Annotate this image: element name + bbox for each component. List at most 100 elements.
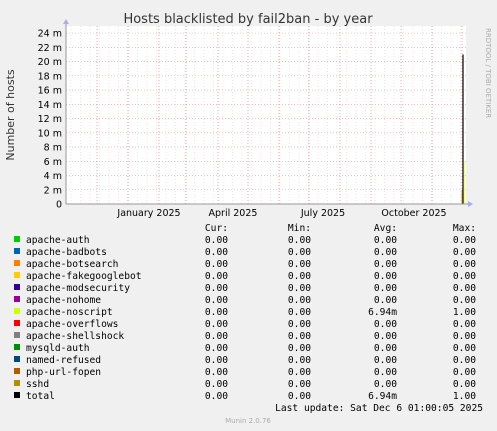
legend-cur: 0.00 — [205, 271, 228, 282]
legend-avg: 6.94m — [368, 391, 397, 402]
legend-series-name: php-url-fopen — [26, 367, 101, 378]
x-tick-label: January 2025 — [116, 208, 180, 219]
legend-swatch — [14, 236, 20, 242]
legend-avg: 0.00 — [374, 379, 397, 390]
legend-row: total 0.00 0.00 6.94m 1.00 — [14, 391, 476, 402]
legend-row: php-url-fopen 0.00 0.00 0.00 0.00 — [14, 367, 476, 378]
legend-cur: 0.00 — [205, 235, 228, 246]
legend-max: 0.00 — [453, 247, 476, 258]
legend-avg: 0.00 — [374, 235, 397, 246]
x-tick-label: October 2025 — [381, 208, 446, 219]
munin-version: Munin 2.0.76 — [225, 417, 271, 425]
legend-max: 1.00 — [453, 391, 476, 402]
legend-series-name: apache-fakegooglebot — [26, 271, 142, 282]
legend-min: 0.00 — [288, 319, 311, 330]
legend-series-name: apache-nohome — [26, 295, 101, 306]
y-tick-label: 2 m — [44, 185, 62, 196]
legend-col-header: Cur: — [205, 223, 228, 234]
legend-avg: 0.00 — [374, 319, 397, 330]
legend-avg: 0.00 — [374, 259, 397, 270]
legend-max: 0.00 — [453, 379, 476, 390]
x-tick-label: July 2025 — [300, 208, 345, 219]
y-tick-label: 12 m — [38, 114, 62, 125]
legend-row: apache-overflows 0.00 0.00 0.00 0.00 — [14, 319, 476, 330]
legend-series-name: apache-overflows — [26, 319, 118, 330]
y-tick-label: 0 — [56, 200, 62, 211]
legend-series-name: apache-shellshock — [26, 331, 124, 342]
legend-series-name: total — [26, 391, 55, 402]
legend-cur: 0.00 — [205, 343, 228, 354]
y-tick-label: 18 m — [38, 71, 62, 82]
legend-series-name: named-refused — [26, 355, 101, 366]
legend-series-name: mysqld-auth — [26, 343, 90, 354]
legend-row: apache-auth 0.00 0.00 0.00 0.00 — [14, 235, 476, 246]
legend-row: apache-nohome 0.00 0.00 0.00 0.00 — [14, 295, 476, 306]
legend-min: 0.00 — [288, 271, 311, 282]
legend-min: 0.00 — [288, 331, 311, 342]
legend-max: 0.00 — [453, 343, 476, 354]
legend-series-name: sshd — [26, 379, 49, 390]
legend-row: apache-fakegooglebot 0.00 0.00 0.00 0.00 — [14, 271, 476, 282]
legend-table: Cur: Min: Avg: Max:apache-auth 0.00 0.00 0.00 0… — [14, 223, 476, 402]
legend-min: 0.00 — [288, 235, 311, 246]
x-axis-arrow — [468, 201, 473, 207]
y-tick-label: 16 m — [38, 86, 62, 97]
legend-cur: 0.00 — [205, 355, 228, 366]
chart-title: Hosts blacklisted by fail2ban - by year — [123, 12, 373, 27]
legend-swatch — [14, 308, 20, 314]
legend-min: 0.00 — [288, 367, 311, 378]
legend-swatch — [14, 356, 20, 362]
legend-swatch — [14, 320, 20, 326]
legend-cur: 0.00 — [205, 319, 228, 330]
legend-avg: 0.00 — [374, 247, 397, 258]
y-tick-label: 14 m — [38, 100, 62, 111]
legend-max: 1.00 — [453, 307, 476, 318]
legend-cur: 0.00 — [205, 283, 228, 294]
y-tick-label: 4 m — [44, 171, 62, 182]
legend-min: 0.00 — [288, 379, 311, 390]
y-tick-label: 8 m — [44, 143, 62, 154]
legend-max: 0.00 — [453, 259, 476, 270]
legend-swatch — [14, 380, 20, 386]
legend-max: 0.00 — [453, 271, 476, 282]
y-axis-label: Number of hosts — [4, 69, 17, 161]
legend-swatch — [14, 344, 20, 350]
legend-series-name: apache-modsecurity — [26, 283, 130, 294]
legend-min: 0.00 — [288, 247, 311, 258]
rrdtool-credit: RRDTOOL / TOBI OETIKER — [484, 28, 492, 118]
legend-swatch — [14, 272, 20, 278]
legend-avg: 0.00 — [374, 295, 397, 306]
y-tick-label: 20 m — [38, 57, 62, 68]
legend-max: 0.00 — [453, 319, 476, 330]
y-tick-label: 22 m — [38, 43, 62, 54]
y-axis-arrow — [63, 19, 69, 24]
legend-cur: 0.00 — [205, 367, 228, 378]
legend-row: mysqld-auth 0.00 0.00 0.00 0.00 — [14, 343, 476, 354]
legend-cur: 0.00 — [205, 259, 228, 270]
legend-swatch — [14, 284, 20, 290]
y-tick-label: 10 m — [38, 128, 62, 139]
legend-avg: 0.00 — [374, 331, 397, 342]
legend-series-name: apache-auth — [26, 235, 90, 246]
last-update: Last update: Sat Dec 6 01:00:05 2025 — [275, 403, 483, 414]
x-tick-labels: January 2025 April 2025 July 2025 October 2… — [116, 208, 446, 219]
legend-row: apache-shellshock 0.00 0.00 0.00 0.00 — [14, 331, 476, 342]
y-tick-labels: 0 2 m 4 m 6 m 8 m 10 m 12 m 14 m 16 m 18 m 20 m 22 … — [38, 29, 62, 211]
legend-cur: 0.00 — [205, 331, 228, 342]
legend-row: apache-botsearch 0.00 0.00 0.00 0.00 — [14, 259, 476, 270]
legend-avg: 0.00 — [374, 283, 397, 294]
legend-series-name: apache-noscript — [26, 307, 113, 318]
legend-row: apache-noscript 0.00 0.00 6.94m 1.00 — [14, 307, 476, 318]
legend-avg: 0.00 — [374, 271, 397, 282]
legend-col-header: Min: — [288, 223, 311, 234]
legend-col-header: Avg: — [374, 223, 397, 234]
legend-max: 0.00 — [453, 331, 476, 342]
legend-avg: 0.00 — [374, 343, 397, 354]
legend-avg: 0.00 — [374, 367, 397, 378]
legend-min: 0.00 — [288, 283, 311, 294]
legend-min: 0.00 — [288, 295, 311, 306]
legend-min: 0.00 — [288, 391, 311, 402]
legend-cur: 0.00 — [205, 391, 228, 402]
legend-min: 0.00 — [288, 343, 311, 354]
legend-avg: 6.94m — [368, 307, 397, 318]
